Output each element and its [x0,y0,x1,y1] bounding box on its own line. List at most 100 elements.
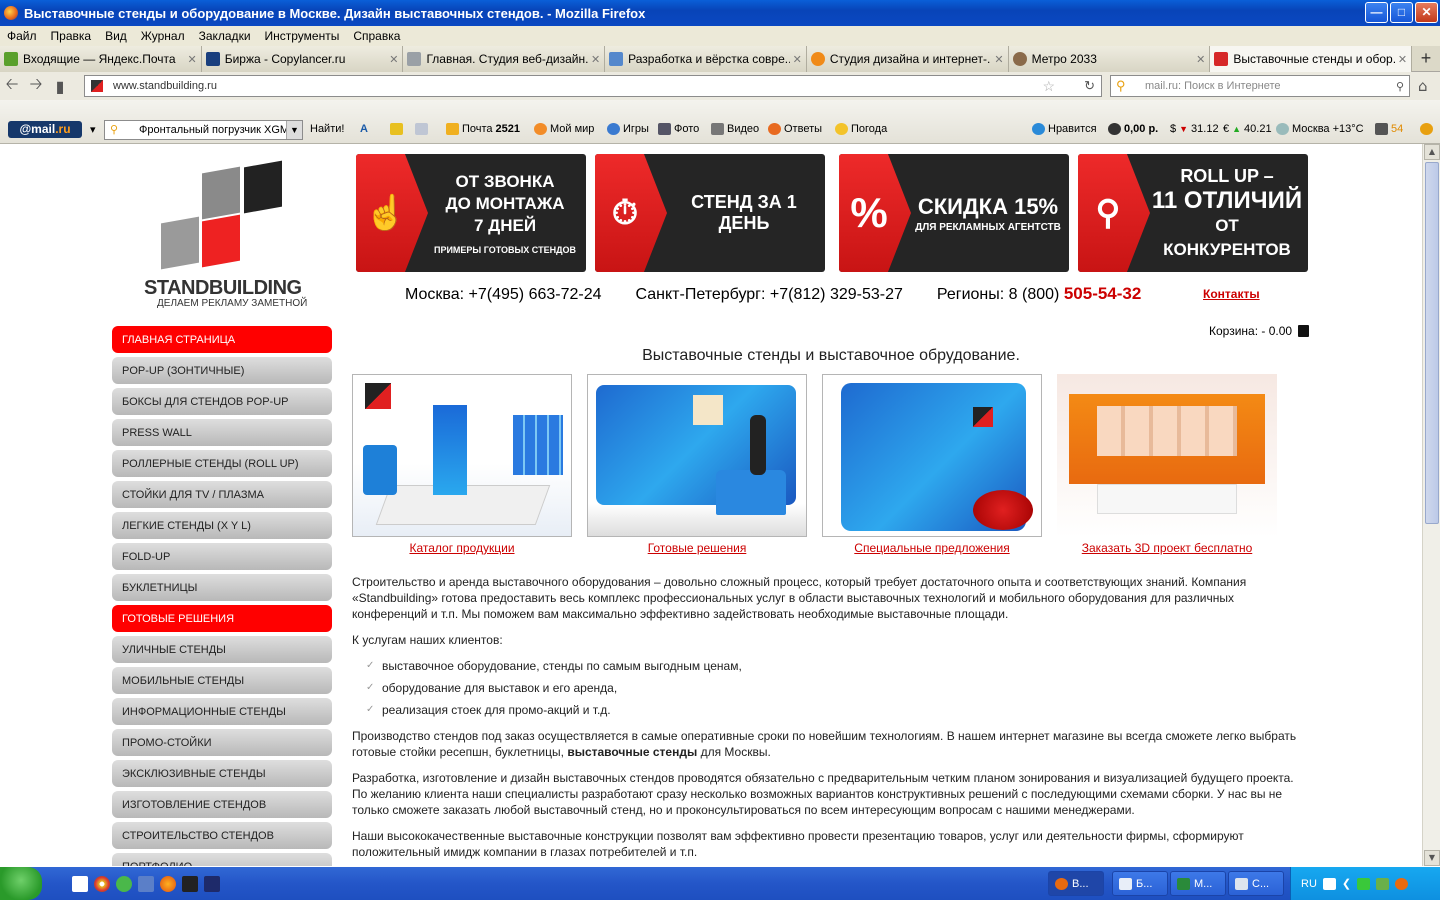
answers-link[interactable]: Ответы [768,123,822,135]
sidebar-item-portfolio[interactable]: ПОРТФОЛИО [112,853,332,866]
tab-development[interactable]: Разработка и вёрстка совре... ✕ [605,46,807,72]
tab-close-icon[interactable]: ✕ [389,53,398,66]
scroll-down-icon[interactable]: ▼ [1424,850,1440,866]
taskbar-button-notepad[interactable]: Б... [1112,871,1168,896]
photo-link[interactable]: Фото [658,123,699,135]
photoshop-icon[interactable] [182,875,198,892]
special-offers-link[interactable]: Специальные предложения [822,541,1042,555]
tab-webdesign-studio[interactable]: Главная. Студия веб-дизайн... ✕ [403,46,606,72]
tile-3d-project-image[interactable] [1057,374,1277,537]
menu-tools[interactable]: Инструменты [258,29,347,43]
network-icon[interactable] [138,875,154,892]
sidebar-item-street-stands[interactable]: УЛИЧНЫЕ СТЕНДЫ [112,636,332,663]
tab-standbuilding[interactable]: Выставочные стенды и обор... ✕ [1210,46,1413,72]
settings-gear-icon[interactable] [1420,123,1433,135]
sidebar-item-promo-stands[interactable]: ПРОМО-СТОЙКИ [112,729,332,756]
banner-call-to-install[interactable]: ☝ ОТ ЗВОНКА ДО МОНТАЖА 7 ДНЕЙ ПРИМЕРЫ ГО… [356,154,586,272]
balance-link[interactable]: 0,00 р. [1108,123,1158,135]
menu-help[interactable]: Справка [346,29,407,43]
page-icon[interactable] [415,123,428,135]
sidebar-item-manufacturing[interactable]: ИЗГОТОВЛЕНИЕ СТЕНДОВ [112,791,332,818]
sidebar-item-popup-boxes[interactable]: БОКСЫ ДЛЯ СТЕНДОВ POP-UP [112,388,332,415]
tab-close-icon[interactable]: ✕ [793,53,802,66]
order-3d-project-link[interactable]: Заказать 3D проект бесплатно [1057,541,1277,555]
scrollbar-thumb[interactable] [1425,162,1439,524]
sidebar-item-light-stands[interactable]: ЛЕГКИЕ СТЕНДЫ (X Y L) [112,512,332,539]
scroll-up-icon[interactable]: ▲ [1424,144,1440,160]
tile-special-offers-image[interactable] [822,374,1042,537]
sidebar-item-press-wall[interactable]: PRESS WALL [112,419,332,446]
tab-yandex-mail[interactable]: Входящие — Яндекс.Почта ✕ [0,46,202,72]
sidebar-item-fold-up[interactable]: FOLD-UP [112,543,332,570]
cart[interactable]: Корзина: - 0.00 [1209,324,1310,338]
language-indicator[interactable]: RU [1301,878,1317,890]
contacts-link[interactable]: Контакты [1203,287,1260,301]
icq-icon[interactable] [116,875,132,892]
sidebar-item-ready-solutions[interactable]: ГОТОВЫЕ РЕШЕНИЯ [112,605,332,632]
text-size-icon[interactable]: A [360,123,368,135]
banner-roll-up[interactable]: ⚲ ROLL UP – 11 ОТЛИЧИЙ ОТ КОНКУРЕНТОВ [1078,154,1308,272]
traffic-link[interactable]: 54 [1375,123,1403,135]
myworld-link[interactable]: Мой мир [534,123,594,135]
tab-copylancer[interactable]: Биржа - Copylancer.ru ✕ [201,46,404,72]
menu-bookmarks[interactable]: Закладки [192,29,258,43]
games-link[interactable]: Игры [607,123,649,135]
sidebar-item-exclusive-stands[interactable]: ЭКСКЛЮЗИВНЫЕ СТЕНДЫ [112,760,332,787]
standbuilding-logo[interactable] [161,160,283,270]
chevron-left-icon[interactable]: ❮ [1342,877,1351,890]
forward-arrow-icon[interactable]: 🡢 [24,73,48,100]
minimize-button[interactable]: — [1365,2,1388,23]
dropdown-arrow-icon[interactable]: ▾ [90,123,96,136]
banner-discount[interactable]: % СКИДКА 15% ДЛЯ РЕКЛАМНЫХ АГЕНТСТВ [839,154,1069,272]
mail-link[interactable]: Почта 2521 [446,123,520,135]
start-button[interactable] [0,867,42,900]
menu-edit[interactable]: Правка [44,29,99,43]
banner-stand-one-day[interactable]: ⏱ СТЕНД ЗА 1 ДЕНЬ [595,154,825,272]
tab-close-icon[interactable]: ✕ [994,53,1003,66]
like-link[interactable]: Нравится [1032,123,1097,135]
menu-file[interactable]: Файл [0,29,44,43]
search-input[interactable]: ⚲ mail.ru: Поиск в Интернете ⚲ [1110,75,1410,97]
video-link[interactable]: Видео [711,123,759,135]
mailru-search-field[interactable]: ⚲ Фронтальный погрузчик XGM ▼ [104,120,303,140]
tray-network-icon[interactable] [1376,877,1390,890]
tab-close-icon[interactable]: ✕ [1196,53,1205,66]
tab-metro-2033[interactable]: Метро 2033 ✕ [1008,46,1211,72]
sidebar-item-booklet-holders[interactable]: БУКЛЕТНИЦЫ [112,574,332,601]
eur-rate[interactable]: € ▲ 40.21 [1223,123,1272,135]
tab-close-icon[interactable]: ✕ [1398,53,1407,66]
new-tab-button[interactable]: + [1412,46,1440,71]
find-button[interactable]: Найти! [310,123,344,135]
taskbar-button-excel[interactable]: М... [1170,871,1226,896]
ready-solutions-link[interactable]: Готовые решения [587,541,807,555]
tray-app-icon[interactable] [1357,877,1371,890]
url-bar[interactable]: www.standbuilding.ru ☆ ↻ [84,75,1102,97]
reload-icon[interactable]: ↻ [1084,78,1095,94]
tab-design-studio[interactable]: Студия дизайна и интернет-... ✕ [806,46,1009,72]
highlighter-icon[interactable] [390,123,403,135]
mailru-logo[interactable]: @mail.ru [8,121,82,138]
sidebar-item-home[interactable]: ГЛАВНАЯ СТРАНИЦА [112,326,332,353]
sidebar-item-tv-stands[interactable]: СТОЙКИ ДЛЯ TV / ПЛАЗМА [112,481,332,508]
tray-firefox-icon[interactable] [1395,877,1409,890]
maximize-button[interactable]: □ [1390,2,1413,23]
taskbar-button-explorer[interactable]: С... [1228,871,1284,896]
close-button[interactable]: ✕ [1415,2,1438,23]
catalog-link[interactable]: Каталог продукции [352,541,572,555]
text-editor-icon[interactable] [72,875,88,892]
tab-close-icon[interactable]: ✕ [591,53,600,66]
sidebar-item-construction[interactable]: СТРОИТЕЛЬСТВО СТЕНДОВ [112,822,332,849]
search-engine-icon[interactable]: ⚲ [1116,78,1126,94]
menu-view[interactable]: Вид [98,29,134,43]
tile-catalog-image[interactable] [352,374,572,537]
vertical-scrollbar[interactable]: ▲ ▼ [1422,144,1440,866]
bookmark-star-icon[interactable]: ☆ [1042,78,1055,95]
chrome-icon[interactable] [94,875,110,892]
search-icon[interactable]: ⚲ [1396,80,1404,93]
back-arrow-icon[interactable]: 🡠 [0,73,24,100]
weather-link[interactable]: Погода [835,123,887,135]
sidebar-item-popup[interactable]: POP-UP (ЗОНТИЧНЫЕ) [112,357,332,384]
usd-rate[interactable]: $ ▼ 31.12 [1170,123,1219,135]
firefox-icon[interactable] [160,875,176,892]
city-weather[interactable]: Москва +13°C [1276,123,1364,135]
